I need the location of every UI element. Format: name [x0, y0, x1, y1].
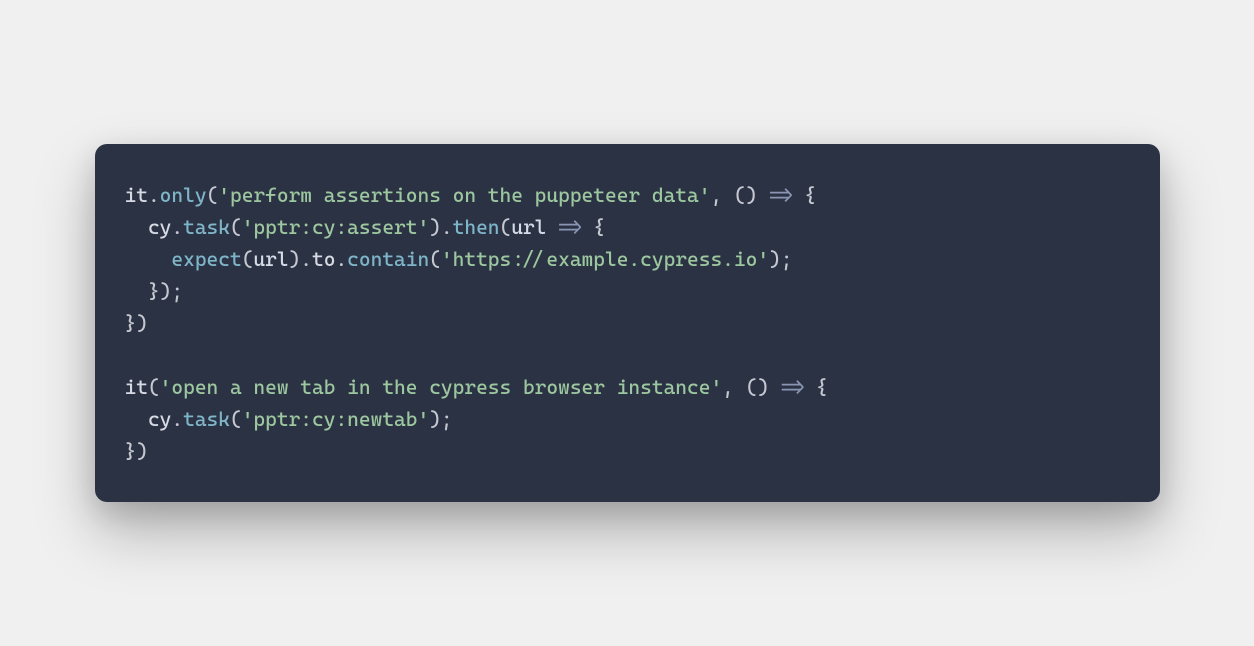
semicolon: ;: [441, 407, 453, 431]
paren: ): [769, 247, 781, 271]
arrow-fn: =>: [757, 183, 804, 207]
arrow-fn: =>: [769, 375, 816, 399]
paren: ): [136, 439, 148, 463]
paren: (: [230, 407, 242, 431]
method-task: task: [183, 407, 230, 431]
paren: (: [429, 247, 441, 271]
paren: ): [136, 311, 148, 335]
method-task: task: [183, 215, 230, 239]
code-block: it.only('perform assertions on the puppe…: [95, 144, 1160, 502]
comma: ,: [710, 183, 733, 207]
keyword-it: it: [125, 375, 148, 399]
method-contain: contain: [347, 247, 429, 271]
brace: {: [593, 215, 605, 239]
string-literal: 'open a new tab in the cypress browser i…: [160, 375, 723, 399]
paren: ): [289, 247, 301, 271]
paren: ): [429, 407, 441, 431]
dot: .: [171, 407, 183, 431]
indent: [125, 247, 172, 271]
string-literal: 'pptr:cy:newtab': [242, 407, 430, 431]
brace: {: [816, 375, 828, 399]
indent: [125, 279, 148, 303]
method-only: only: [160, 183, 207, 207]
param-url: url: [511, 215, 546, 239]
paren: ): [160, 279, 172, 303]
dot: .: [335, 247, 347, 271]
dot: .: [148, 183, 160, 207]
comma: ,: [722, 375, 745, 399]
dot: .: [300, 247, 312, 271]
prop-to: to: [312, 247, 335, 271]
dot: .: [171, 215, 183, 239]
indent: [125, 215, 148, 239]
brace: {: [804, 183, 816, 207]
cy-object: cy: [148, 215, 171, 239]
arrow-fn: =>: [546, 215, 593, 239]
semicolon: ;: [171, 279, 183, 303]
cy-object: cy: [148, 407, 171, 431]
brace: }: [125, 311, 137, 335]
paren: (: [230, 215, 242, 239]
brace: }: [125, 439, 137, 463]
string-literal: 'pptr:cy:assert': [242, 215, 430, 239]
semicolon: ;: [781, 247, 793, 271]
dot: .: [441, 215, 453, 239]
paren: ): [429, 215, 441, 239]
paren: (: [242, 247, 254, 271]
paren: (: [207, 183, 219, 207]
paren: (: [500, 215, 512, 239]
string-literal: 'perform assertions on the puppeteer dat…: [218, 183, 710, 207]
brace: }: [148, 279, 160, 303]
code-pre: it.only('perform assertions on the puppe…: [125, 179, 1130, 467]
string-literal: 'https://example.cypress.io': [441, 247, 769, 271]
paren: (): [734, 183, 757, 207]
keyword-it: it: [125, 183, 148, 207]
indent: [125, 407, 148, 431]
fn-expect: expect: [171, 247, 241, 271]
method-then: then: [453, 215, 500, 239]
paren: (): [746, 375, 769, 399]
paren: (: [148, 375, 160, 399]
var-url: url: [253, 247, 288, 271]
